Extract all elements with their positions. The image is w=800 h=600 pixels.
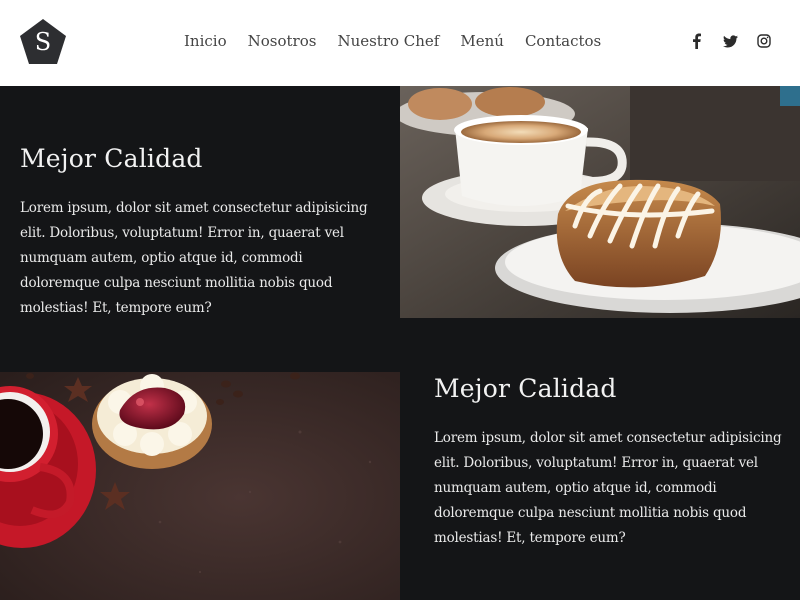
social-links bbox=[688, 30, 772, 52]
instagram-icon[interactable] bbox=[756, 30, 772, 52]
section-body: Lorem ipsum, dolor sit amet consectetur … bbox=[20, 200, 368, 316]
site-header: S Inicio Nosotros Nuestro Chef Menú Cont… bbox=[0, 0, 800, 86]
nav-nuestro-chef[interactable]: Nuestro Chef bbox=[337, 30, 439, 52]
tart-coffee-photo bbox=[0, 372, 400, 600]
section-body: Lorem ipsum, dolor sit amet consectetur … bbox=[434, 430, 782, 546]
twitter-icon[interactable] bbox=[722, 30, 738, 52]
feature-text-2: Mejor Calidad Lorem ipsum, dolor sit ame… bbox=[434, 372, 784, 551]
section-divider bbox=[0, 318, 800, 372]
nav-inicio[interactable]: Inicio bbox=[184, 30, 227, 52]
facebook-icon[interactable] bbox=[688, 30, 704, 52]
logo[interactable]: S bbox=[18, 18, 68, 66]
logo-letter: S bbox=[34, 28, 52, 56]
section-title: Mejor Calidad bbox=[434, 374, 617, 403]
nav-contactos[interactable]: Contactos bbox=[525, 30, 601, 52]
coffee-pastry-photo bbox=[400, 86, 800, 318]
section-title: Mejor Calidad bbox=[20, 144, 203, 173]
feature-text-1: Mejor Calidad Lorem ipsum, dolor sit ame… bbox=[20, 142, 370, 321]
nav-nosotros[interactable]: Nosotros bbox=[248, 30, 317, 52]
main-nav: Inicio Nosotros Nuestro Chef Menú Contac… bbox=[184, 30, 601, 52]
nav-menu[interactable]: Menú bbox=[460, 30, 504, 52]
